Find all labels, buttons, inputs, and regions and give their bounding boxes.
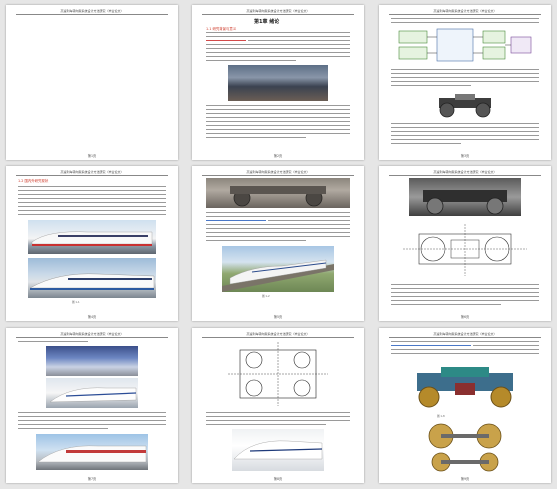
page-thumbnail[interactable]: 高速列车转向架系统设计方法研究（毕业论文） 图 1-2 第5页 [192,166,364,321]
page-thumbnail[interactable]: 高速列车转向架系统设计方法研究（毕业论文） 第7页 [6,328,178,483]
page-number: 第1页 [87,154,97,158]
page-thumbnail[interactable]: 高速列车转向架系统设计方法研究（毕业论文） 第6页 [379,166,551,321]
page-thumbnail[interactable]: 高速列车转向架系统设计方法研究（毕业论文） 1.2 国内外研究现状 图 1-1 … [6,166,178,321]
high-speed-train-image [36,434,148,470]
high-speed-train-image [232,429,324,471]
bogie-photo-image [206,178,350,208]
running-header: 高速列车转向架系统设计方法研究（毕业论文） [202,169,354,176]
page-thumbnail[interactable]: 高速列车转向架系统设计方法研究（毕业论文） 第8页 [192,328,364,483]
page-thumbnail-grid: 高速列车转向架系统设计方法研究（毕业论文） 第1页 高速列车转向架系统设计方法研… [0,0,557,489]
page-thumbnail[interactable]: 高速列车转向架系统设计方法研究（毕业论文） 第1页 [6,5,178,160]
chapter-title: 第1章 绪论 [254,19,280,25]
page-thumbnail[interactable]: 高速列车转向架系统设计方法研究（毕业论文） 图 1-8 第9页 [379,328,551,483]
wheelset-image [423,422,507,450]
bogie-render-image [431,90,499,118]
running-header: 高速列车转向架系统设计方法研究（毕业论文） [16,331,168,338]
bogie-photo-image [409,178,521,216]
train-interior-image [46,346,138,376]
train-nose-image [46,378,138,408]
bogie-technical-drawing [226,340,330,408]
page-number: 第9页 [460,477,470,481]
running-header: 高速列车转向架系统设计方法研究（毕业论文） [389,169,541,176]
page-number: 第3页 [460,154,470,158]
page-number: 第2页 [273,154,283,158]
page-number: 第5页 [273,315,283,319]
running-header: 高速列车转向架系统设计方法研究（毕业论文） [389,331,541,338]
running-header: 高速列车转向架系统设计方法研究（毕业论文） [16,169,168,176]
page-number: 第4页 [87,315,97,319]
wheelset-image [423,452,507,472]
page-thumbnail[interactable]: 高速列车转向架系统设计方法研究（毕业论文） 第3页 [379,5,551,160]
bogie-3d-model-image [401,359,529,411]
page-number: 第6页 [460,315,470,319]
section-heading: 1.2 国内外研究现状 [18,179,49,183]
railway-station-crowd-image [228,65,328,101]
page-number: 第7页 [87,477,97,481]
train-on-track-image [222,246,334,292]
control-block-diagram [397,27,533,65]
page-number: 第8页 [273,477,283,481]
section-heading: 1.1 研究背景与意义 [206,27,237,31]
high-speed-train-image [28,258,156,298]
bogie-technical-drawing [399,220,531,280]
high-speed-train-image [28,220,156,254]
running-header: 高速列车转向架系统设计方法研究（毕业论文） [389,8,541,15]
running-header: 高速列车转向架系统设计方法研究（毕业论文） [16,8,168,15]
running-header: 高速列车转向架系统设计方法研究（毕业论文） [202,331,354,338]
running-header: 高速列车转向架系统设计方法研究（毕业论文） [202,8,354,15]
page-thumbnail[interactable]: 高速列车转向架系统设计方法研究（毕业论文） 第1章 绪论 1.1 研究背景与意义… [192,5,364,160]
